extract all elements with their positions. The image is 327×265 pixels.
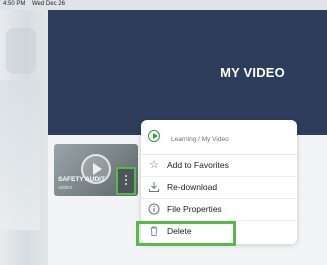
menu-item-re-download[interactable]: Re-download xyxy=(141,177,297,199)
trash-icon xyxy=(148,225,160,237)
video-card-type: VIDEO xyxy=(58,185,73,190)
background-app-strip xyxy=(0,10,48,265)
video-card-title: SAFETY AUDIT xyxy=(58,176,105,183)
more-options-button[interactable] xyxy=(116,167,136,195)
context-menu: Learning / My Video ☆ Add to Favorites R… xyxy=(141,120,297,244)
background-decoration xyxy=(6,28,36,74)
menu-item-add-to-favorites[interactable]: ☆ Add to Favorites xyxy=(141,155,297,177)
status-bar: 4:50 PM Wed Dec 26 xyxy=(0,0,327,10)
context-menu-header: Learning / My Video xyxy=(141,120,297,155)
menu-item-file-properties[interactable]: File Properties xyxy=(141,199,297,221)
status-time: 4:50 PM xyxy=(3,1,26,7)
menu-item-label: Re-download xyxy=(167,182,218,192)
star-icon: ☆ xyxy=(149,159,159,171)
vertical-dots-icon xyxy=(125,175,128,187)
menu-item-delete[interactable]: Delete xyxy=(141,221,297,243)
background-decoration-lower xyxy=(0,80,40,230)
menu-item-label: File Properties xyxy=(167,204,222,214)
play-circle-icon xyxy=(148,130,160,142)
status-date: Wed Dec 26 xyxy=(32,1,65,7)
menu-item-label: Add to Favorites xyxy=(167,160,229,170)
menu-item-label: Delete xyxy=(167,226,192,236)
hero-banner: MY VIDEO xyxy=(48,10,327,135)
page-title: MY VIDEO xyxy=(220,65,285,80)
download-icon xyxy=(148,181,160,193)
breadcrumb: Learning / My Video xyxy=(171,136,229,143)
info-icon xyxy=(148,203,160,215)
